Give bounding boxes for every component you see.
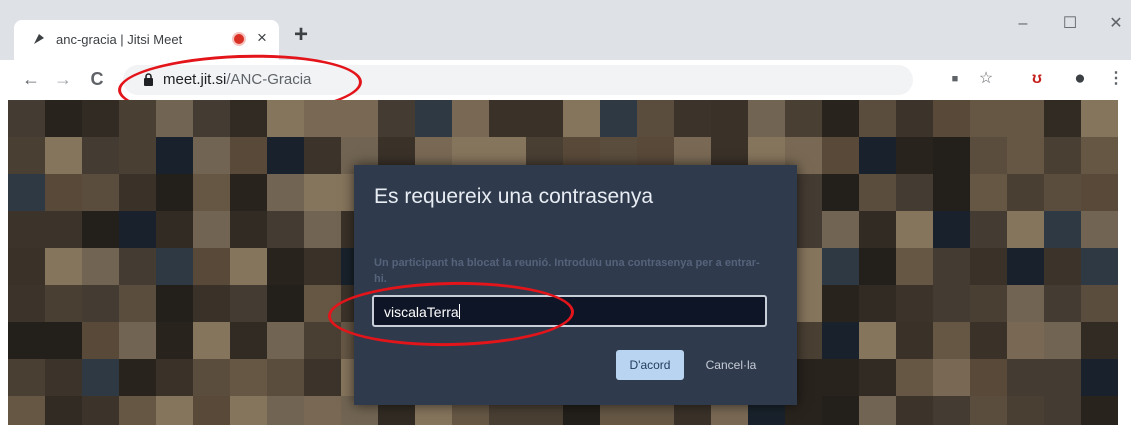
- dialog-description: Un participant ha blocat la reunió. Intr…: [374, 257, 760, 285]
- camera-icon[interactable]: ■: [945, 69, 965, 89]
- cancel-button[interactable]: Cancel·la: [696, 350, 766, 380]
- bookmark-star-icon[interactable]: ☆: [976, 69, 996, 89]
- close-window-button[interactable]: ✕: [1101, 14, 1131, 34]
- maximize-button[interactable]: ☐: [1055, 14, 1085, 34]
- dialog-title: Es requereix una contrasenya: [374, 185, 653, 208]
- back-button[interactable]: ←: [20, 68, 42, 90]
- extension-icon[interactable]: ʊ: [1027, 69, 1047, 89]
- profile-icon[interactable]: ●: [1070, 69, 1090, 89]
- minimize-button[interactable]: –: [1008, 14, 1038, 34]
- address-bar[interactable]: meet.jit.si/ANC-Gracia: [123, 65, 913, 95]
- tab-title: anc-gracia | Jitsi Meet: [56, 32, 183, 47]
- url-path: /ANC-Gracia: [226, 71, 312, 88]
- browser-toolbar: ← → C meet.jit.si/ANC-Gracia ■ ☆ ʊ ● ⋮: [0, 60, 1131, 100]
- jitsi-logo-icon: [34, 34, 44, 44]
- menu-icon[interactable]: ⋮: [1106, 69, 1126, 89]
- text-caret: [458, 304, 460, 319]
- password-dialog: Es requereix una contrasenya Un particip…: [354, 165, 797, 405]
- tab-close-button[interactable]: ×: [257, 28, 267, 48]
- password-text: viscalaTerra: [384, 304, 459, 320]
- ok-button[interactable]: D'acord: [616, 350, 684, 380]
- url-host: meet.jit.si: [163, 71, 227, 88]
- password-value: viscalaTerra: [384, 304, 460, 320]
- password-input[interactable]: viscalaTerra: [372, 295, 767, 327]
- lock-icon: [144, 73, 153, 86]
- new-tab-button[interactable]: +: [294, 22, 308, 48]
- reload-button[interactable]: C: [86, 68, 108, 90]
- recording-dot-icon: [234, 34, 244, 44]
- tab-strip: anc-gracia | Jitsi Meet × + – ☐ ✕: [0, 0, 1131, 60]
- browser-tab[interactable]: anc-gracia | Jitsi Meet ×: [14, 20, 279, 60]
- forward-button[interactable]: →: [52, 68, 74, 90]
- meeting-page: Es requereix una contrasenya Un particip…: [8, 100, 1118, 425]
- url-text: meet.jit.si/ANC-Gracia: [163, 71, 311, 88]
